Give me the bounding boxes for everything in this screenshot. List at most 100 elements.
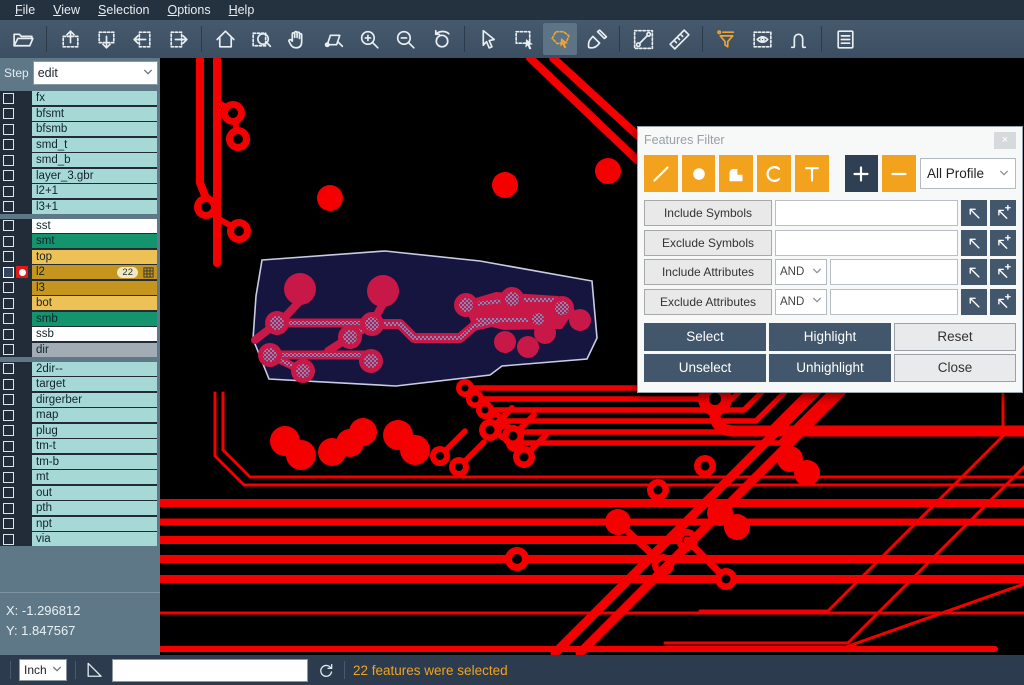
layer-name-map[interactable]: map xyxy=(32,408,157,422)
layer-row-top[interactable]: top xyxy=(0,250,157,264)
pad-feature-button[interactable] xyxy=(682,155,716,192)
layer-row-npt[interactable]: npt xyxy=(0,517,157,531)
layer-checkbox-sst[interactable] xyxy=(3,220,14,231)
exclude-symbols-button[interactable]: Exclude Symbols xyxy=(644,230,772,256)
layer-checkbox-layer_3.gbr[interactable] xyxy=(3,170,14,181)
layer-row-dir[interactable]: dir xyxy=(0,343,157,357)
menu-file[interactable]: File xyxy=(6,2,44,18)
include-symbols-pick-add-button[interactable] xyxy=(990,200,1016,226)
measure-points-button[interactable] xyxy=(626,23,660,55)
zoom-out-button[interactable] xyxy=(388,23,422,55)
exclude-symbols-pick-add-button[interactable] xyxy=(990,230,1016,256)
layer-row-sst[interactable]: sst xyxy=(0,219,157,233)
zoom-in-button[interactable] xyxy=(352,23,386,55)
layer-row-bfsmb[interactable]: bfsmb xyxy=(0,122,157,136)
command-input[interactable] xyxy=(112,659,308,682)
zoom-previous-button[interactable] xyxy=(424,23,458,55)
layer-checkbox-via[interactable] xyxy=(3,534,14,545)
include-attributes-pick-add-button[interactable] xyxy=(990,259,1016,285)
include-attributes-button[interactable]: Include Attributes xyxy=(644,259,772,285)
layer-name-out[interactable]: out xyxy=(32,486,157,500)
include-symbols-pick-button[interactable] xyxy=(961,200,987,226)
layer-checkbox-tm-t[interactable] xyxy=(3,441,14,452)
layer-name-bot[interactable]: bot xyxy=(32,296,157,310)
refresh-icon[interactable] xyxy=(316,660,336,680)
layer-checkbox-map[interactable] xyxy=(3,410,14,421)
unselect-button[interactable]: Unselect xyxy=(644,354,766,382)
grid-icon[interactable] xyxy=(143,267,154,278)
reset-button[interactable]: Reset xyxy=(894,323,1016,351)
layer-checkbox-target[interactable] xyxy=(3,379,14,390)
layer-row-l3[interactable]: l3 xyxy=(0,281,157,295)
layer-checkbox-dirgerber[interactable] xyxy=(3,394,14,405)
layer-row-mt[interactable]: mt xyxy=(0,470,157,484)
layer-name-fx[interactable]: fx xyxy=(32,91,157,105)
measure-mode-icon[interactable] xyxy=(84,660,104,680)
menu-selection[interactable]: Selection xyxy=(89,2,158,18)
view-options-button[interactable] xyxy=(745,23,779,55)
add-mode-button[interactable] xyxy=(845,155,879,192)
remove-mode-button[interactable] xyxy=(882,155,916,192)
include-attributes-input[interactable] xyxy=(830,259,958,285)
layer-name-npt[interactable]: npt xyxy=(32,517,157,531)
layer-row-smd_b[interactable]: smd_b xyxy=(0,153,157,167)
line-feature-button[interactable] xyxy=(644,155,678,192)
layer-row-via[interactable]: via xyxy=(0,532,157,546)
layer-name-smd_t[interactable]: smd_t xyxy=(32,138,157,152)
layer-row-pth[interactable]: pth xyxy=(0,501,157,515)
layer-checkbox-bot[interactable] xyxy=(3,298,14,309)
menu-help[interactable]: Help xyxy=(220,2,264,18)
layer-name-top[interactable]: top xyxy=(32,250,157,264)
layer-name-sst[interactable]: sst xyxy=(32,219,157,233)
layer-name-2dir--[interactable]: 2dir-- xyxy=(32,362,157,376)
unhighlight-button[interactable]: Unhighlight xyxy=(769,354,891,382)
zoom-window-button[interactable] xyxy=(244,23,278,55)
zoom-polygon-button[interactable] xyxy=(316,23,350,55)
layer-name-dirgerber[interactable]: dirgerber xyxy=(32,393,157,407)
pan-right-button[interactable] xyxy=(161,23,195,55)
layer-name-l2[interactable]: l222 xyxy=(32,265,157,279)
layer-name-layer_3.gbr[interactable]: layer_3.gbr xyxy=(32,169,157,183)
menu-options[interactable]: Options xyxy=(158,2,219,18)
layer-row-smt[interactable]: smt xyxy=(0,234,157,248)
layer-checkbox-l3[interactable] xyxy=(3,282,14,293)
layer-name-ssb[interactable]: ssb xyxy=(32,327,157,341)
layer-checkbox-pth[interactable] xyxy=(3,503,14,514)
exclude-symbols-input[interactable] xyxy=(775,230,958,256)
snap-button[interactable] xyxy=(781,23,815,55)
layer-checkbox-mt[interactable] xyxy=(3,472,14,483)
open-button[interactable] xyxy=(6,23,40,55)
layer-name-bfsmt[interactable]: bfsmt xyxy=(32,107,157,121)
layer-checkbox-l2+1[interactable] xyxy=(3,186,14,197)
report-button[interactable] xyxy=(828,23,862,55)
layer-name-bfsmb[interactable]: bfsmb xyxy=(32,122,157,136)
arc-feature-button[interactable] xyxy=(757,155,791,192)
exclude-attributes-input[interactable] xyxy=(830,289,958,315)
layer-checkbox-top[interactable] xyxy=(3,251,14,262)
layer-name-dir[interactable]: dir xyxy=(32,343,157,357)
layer-checkbox-smb[interactable] xyxy=(3,313,14,324)
layer-row-ssb[interactable]: ssb xyxy=(0,327,157,341)
exclude-attributes-button[interactable]: Exclude Attributes xyxy=(644,289,772,315)
highlight-button[interactable]: Highlight xyxy=(769,323,891,351)
pan-up-button[interactable] xyxy=(53,23,87,55)
menu-view[interactable]: View xyxy=(44,2,89,18)
layer-row-l3+1[interactable]: l3+1 xyxy=(0,200,157,214)
include-attributes-logic-select[interactable]: AND xyxy=(775,259,827,285)
layer-checkbox-plug[interactable] xyxy=(3,425,14,436)
exclude-attributes-logic-select[interactable]: AND xyxy=(775,289,827,315)
layer-row-l2+1[interactable]: l2+1 xyxy=(0,184,157,198)
dialog-close-button[interactable]: × xyxy=(994,132,1016,149)
layer-row-l2[interactable]: l222 xyxy=(0,265,157,279)
layer-row-2dir--[interactable]: 2dir-- xyxy=(0,362,157,376)
step-select[interactable]: edit xyxy=(33,61,158,85)
layer-checkbox-l2[interactable] xyxy=(3,267,14,278)
layer-name-l3+1[interactable]: l3+1 xyxy=(32,200,157,214)
include-attributes-pick-button[interactable] xyxy=(961,259,987,285)
include-symbols-input[interactable] xyxy=(775,200,958,226)
layer-row-fx[interactable]: fx xyxy=(0,91,157,105)
profile-select[interactable]: All Profile xyxy=(920,158,1016,189)
layer-checkbox-smd_b[interactable] xyxy=(3,155,14,166)
select-button[interactable]: Select xyxy=(644,323,766,351)
layer-checkbox-smd_t[interactable] xyxy=(3,139,14,150)
